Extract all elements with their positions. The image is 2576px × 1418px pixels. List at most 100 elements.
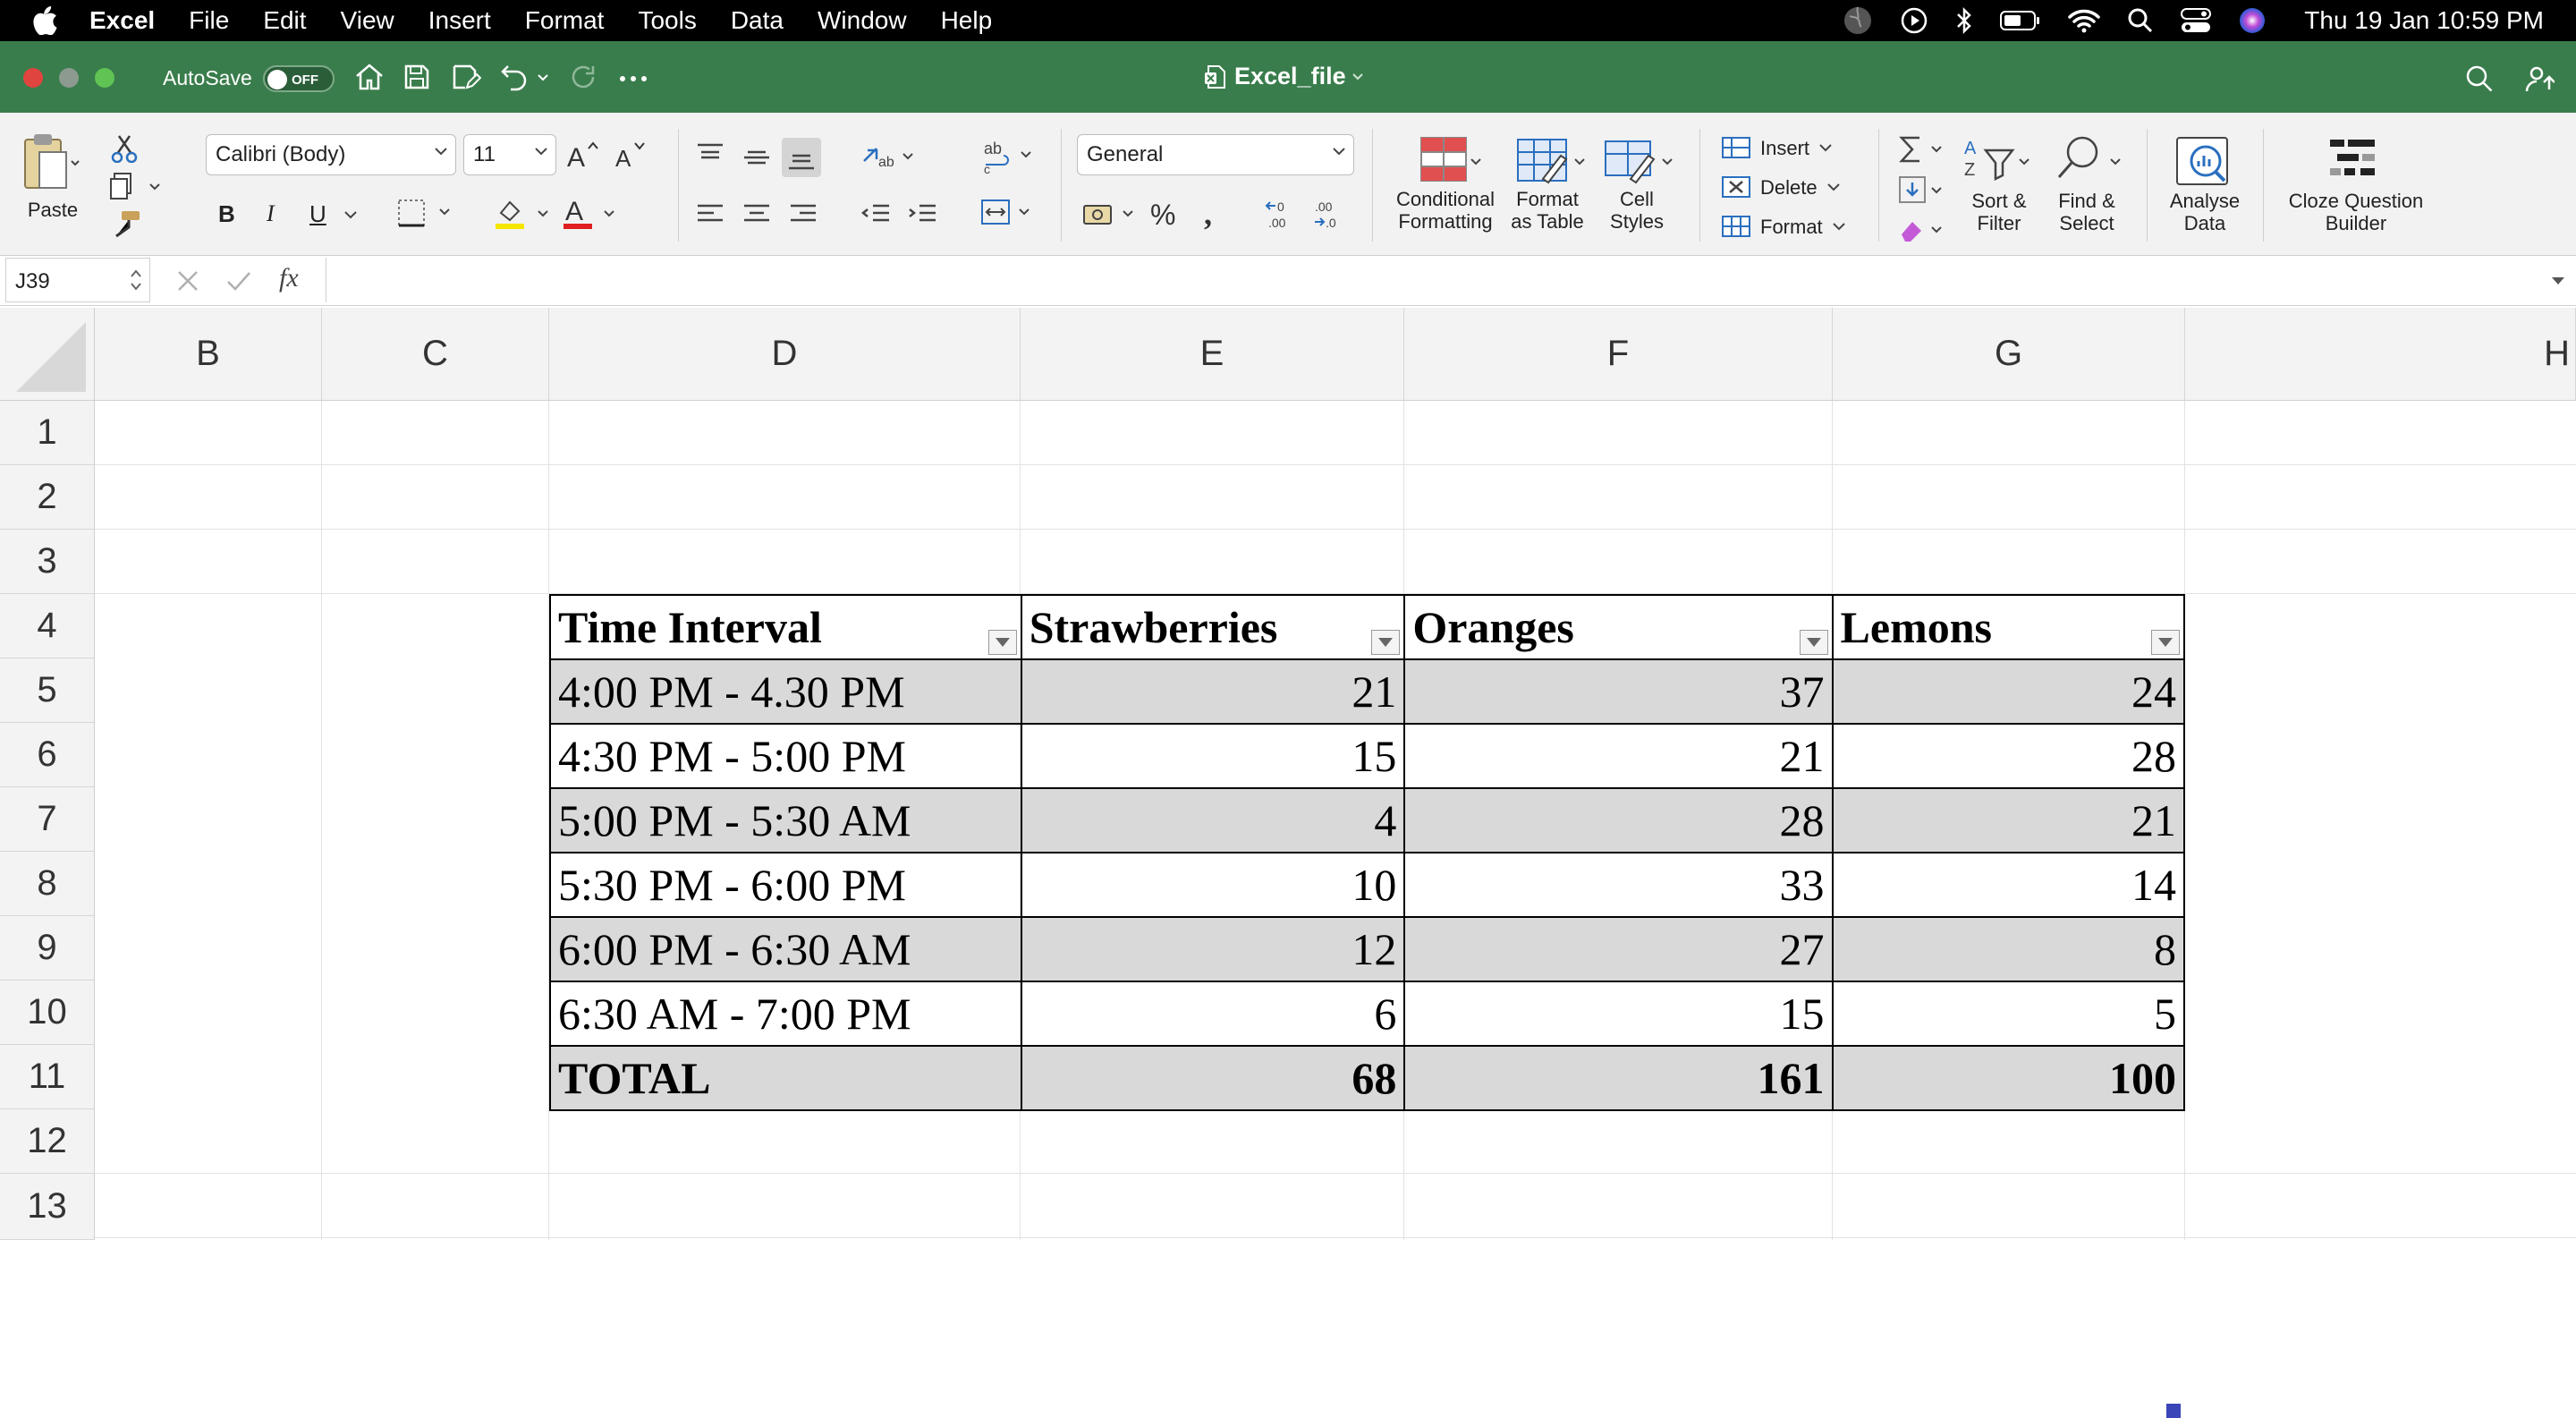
clear-icon[interactable]: [1898, 215, 1948, 245]
name-box[interactable]: J39: [5, 258, 150, 302]
clock[interactable]: Thu 19 Jan 10:59 PM: [2304, 6, 2544, 35]
table-cell[interactable]: 24: [1831, 658, 2186, 725]
formula-input[interactable]: [340, 268, 2540, 295]
copy-icon[interactable]: [109, 172, 163, 200]
cancel-icon[interactable]: [175, 268, 200, 293]
increase-indent-icon[interactable]: [907, 202, 937, 225]
menu-format[interactable]: Format: [525, 6, 605, 35]
table-cell[interactable]: 33: [1403, 852, 1834, 918]
apple-icon[interactable]: [32, 6, 57, 35]
row-header-10[interactable]: 10: [0, 981, 95, 1045]
row-header-13[interactable]: 13: [0, 1174, 95, 1240]
wrap-text-icon[interactable]: ab c: [982, 140, 1036, 175]
filter-dropdown-icon[interactable]: [1371, 630, 1401, 655]
row-header-6[interactable]: 6: [0, 723, 95, 787]
menu-window[interactable]: Window: [818, 6, 907, 35]
format-as-table-button[interactable]: Format as Table: [1501, 134, 1594, 233]
undo-icon[interactable]: [499, 63, 530, 91]
font-size-select[interactable]: 11: [463, 134, 556, 175]
row-header-9[interactable]: 9: [0, 916, 95, 981]
header-cell-time-interval[interactable]: Time Interval: [549, 594, 1022, 660]
align-bottom-icon[interactable]: [782, 138, 821, 177]
format-painter-icon[interactable]: [111, 209, 141, 240]
row-header-5[interactable]: 5: [0, 658, 95, 723]
sort-filter-button[interactable]: AZ Sort & Filter: [1955, 134, 2043, 234]
header-cell-oranges[interactable]: Oranges: [1403, 594, 1834, 660]
siri-icon[interactable]: [2238, 6, 2267, 35]
row-header-7[interactable]: 7: [0, 787, 95, 852]
insert-function-icon[interactable]: fx: [279, 263, 299, 293]
paste-button[interactable]: Paste: [21, 132, 93, 221]
total-label-cell[interactable]: TOTAL: [549, 1045, 1022, 1111]
merge-center-icon[interactable]: [980, 199, 1036, 227]
save-icon[interactable]: [402, 63, 431, 91]
total-cell[interactable]: 100: [1831, 1045, 2186, 1111]
font-name-select[interactable]: Calibri (Body): [206, 134, 456, 175]
filter-dropdown-icon[interactable]: [2151, 630, 2180, 655]
save-as-icon[interactable]: [451, 63, 481, 91]
minimize-window-button[interactable]: [59, 68, 79, 88]
table-cell[interactable]: 14: [1831, 852, 2186, 918]
autosum-icon[interactable]: [1898, 134, 1948, 166]
title-chevron-icon[interactable]: [1352, 72, 1364, 81]
table-cell[interactable]: 27: [1403, 916, 1834, 982]
increase-font-size-icon[interactable]: A: [567, 140, 603, 172]
delete-cells-button[interactable]: Delete: [1721, 175, 1841, 199]
find-select-button[interactable]: Find & Select: [2046, 134, 2127, 234]
filter-dropdown-icon[interactable]: [1799, 630, 1828, 655]
header-cell-lemons[interactable]: Lemons: [1831, 594, 2186, 660]
table-cell[interactable]: 12: [1020, 916, 1406, 982]
table-cell[interactable]: 5:30 PM - 6:00 PM: [549, 852, 1022, 918]
cell-styles-button[interactable]: Cell Styles: [1594, 134, 1680, 233]
table-cell[interactable]: 28: [1831, 723, 2186, 789]
increase-decimal-icon[interactable]: 0.00: [1265, 199, 1301, 231]
borders-icon[interactable]: [397, 199, 454, 227]
search-icon[interactable]: [2127, 7, 2154, 34]
table-cell[interactable]: 4: [1020, 787, 1406, 853]
table-cell[interactable]: 5: [1831, 981, 2186, 1047]
close-window-button[interactable]: [23, 68, 43, 88]
table-cell[interactable]: 21: [1020, 658, 1406, 725]
row-header-8[interactable]: 8: [0, 852, 95, 916]
align-center-icon[interactable]: [742, 202, 771, 225]
column-header-g[interactable]: G: [1833, 308, 2185, 401]
table-cell[interactable]: 28: [1403, 787, 1834, 853]
battery-icon[interactable]: [2000, 9, 2041, 32]
total-cell[interactable]: 161: [1403, 1045, 1834, 1111]
menu-view[interactable]: View: [341, 6, 394, 35]
decrease-decimal-icon[interactable]: .00.0: [1313, 199, 1349, 231]
row-header-12[interactable]: 12: [0, 1109, 95, 1174]
search-icon[interactable]: [2465, 64, 2494, 93]
share-icon[interactable]: [2524, 64, 2555, 95]
filter-dropdown-icon[interactable]: [987, 630, 1017, 655]
table-cell[interactable]: 8: [1831, 916, 2186, 982]
cut-icon[interactable]: [111, 134, 138, 163]
table-cell[interactable]: 4:30 PM - 5:00 PM: [549, 723, 1022, 789]
column-header-f[interactable]: F: [1404, 308, 1833, 401]
autosave-toggle[interactable]: OFF: [263, 65, 335, 92]
align-middle-icon[interactable]: [742, 147, 771, 170]
table-cell[interactable]: 10: [1020, 852, 1406, 918]
table-cell[interactable]: 15: [1020, 723, 1406, 789]
row-header-3[interactable]: 3: [0, 530, 95, 594]
expand-formula-bar-icon[interactable]: [2551, 276, 2565, 286]
table-cell[interactable]: 6: [1020, 981, 1406, 1047]
italic-icon[interactable]: I: [267, 200, 275, 227]
wifi-icon[interactable]: [2068, 8, 2101, 33]
highlight-color-icon[interactable]: [494, 197, 553, 231]
header-cell-strawberries[interactable]: Strawberries: [1020, 594, 1406, 660]
vpn-icon[interactable]: [1843, 5, 1873, 36]
cloze-question-builder-button[interactable]: Cloze Question Builder: [2275, 134, 2436, 234]
format-cells-button[interactable]: Format: [1721, 215, 1846, 238]
menu-tools[interactable]: Tools: [638, 6, 696, 35]
row-header-2[interactable]: 2: [0, 465, 95, 530]
menu-app-name[interactable]: Excel: [89, 6, 155, 35]
undo-dropdown-chevron-icon[interactable]: [537, 73, 549, 82]
menu-insert[interactable]: Insert: [428, 6, 491, 35]
home-icon[interactable]: [354, 63, 385, 91]
bold-icon[interactable]: B: [218, 200, 235, 228]
table-cell[interactable]: 21: [1403, 723, 1834, 789]
menu-data[interactable]: Data: [731, 6, 784, 35]
name-box-stepper-icon[interactable]: [130, 266, 142, 294]
column-header-c[interactable]: C: [322, 308, 549, 401]
